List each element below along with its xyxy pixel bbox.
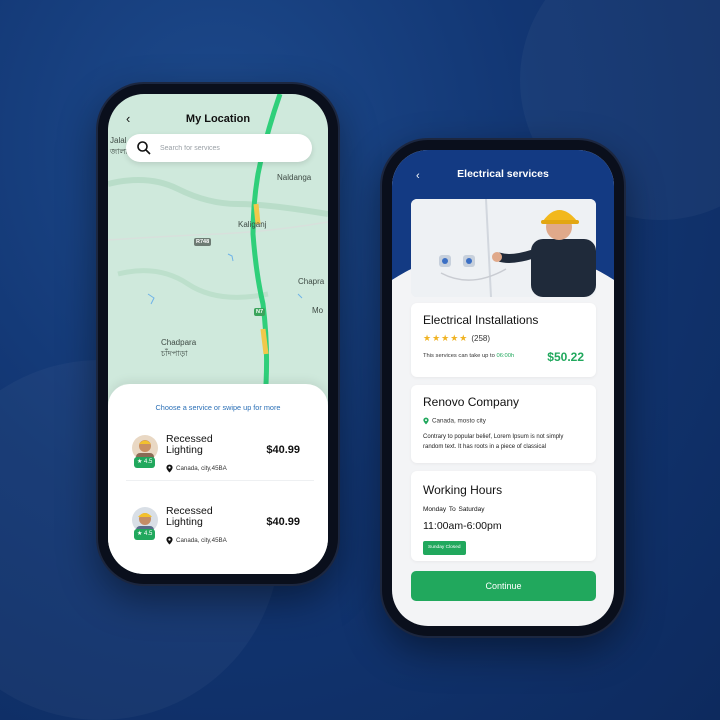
company-location: Canada, mosto city — [423, 417, 486, 425]
hours-title: Working Hours — [423, 483, 503, 497]
star-rating: ★★★★★ (258) — [423, 333, 491, 343]
map-label: Chapra — [298, 277, 325, 286]
service-name: Recessed Lighting — [166, 433, 213, 456]
working-hours-card: Working Hours Monday To Saturday 11:00am… — [411, 471, 596, 561]
service-detail-screen: ‹ Electrical services Electrical Install… — [392, 150, 614, 626]
location-pin-icon — [166, 464, 173, 473]
closed-day-badge: Sunday Closed — [423, 541, 466, 555]
service-card[interactable]: ★ 4.5 Recessed Lighting $40.99 Canada, c… — [126, 504, 314, 560]
services-sheet[interactable]: Choose a service or swipe up for more ★ … — [108, 384, 328, 574]
service-photo — [411, 199, 596, 297]
phone-electrical-services: ‹ Electrical services Electrical Install… — [382, 140, 624, 636]
continue-button[interactable]: Continue — [411, 571, 596, 601]
chevron-left-icon[interactable]: ‹ — [126, 111, 130, 126]
swipe-hint: Choose a service or swipe up for more — [155, 403, 281, 412]
map-label: চাঁদপাড়া — [161, 349, 188, 358]
service-price: $40.99 — [266, 444, 300, 456]
service-title: Electrical Installations — [423, 313, 539, 327]
location-pin-icon — [166, 536, 173, 545]
map-label: Chadpara — [161, 338, 197, 347]
electrician-photo — [411, 199, 596, 297]
location-screen: Jalal জালা Naldanga Kaliganj R748 Chapra… — [108, 94, 328, 574]
service-location: Canada, city,45BA — [166, 536, 227, 545]
company-description: Contrary to popular belief, Lorem Ipsum … — [423, 434, 564, 450]
map-label: Jalal — [110, 136, 127, 145]
search-input[interactable] — [158, 143, 312, 153]
working-days: Monday To Saturday — [423, 506, 485, 513]
service-name: Recessed Lighting — [166, 505, 213, 528]
page-title: My Location — [185, 113, 251, 125]
page-title: Electrical services — [457, 168, 549, 180]
rating-badge: ★ 4.5 — [134, 529, 156, 540]
road-tag: R748 — [194, 238, 212, 246]
service-price: $40.99 — [266, 516, 300, 528]
service-location: Canada, city,45BA — [166, 464, 227, 473]
search-bar[interactable] — [126, 134, 312, 162]
map-label: Mo — [312, 306, 324, 315]
location-pin-icon — [423, 417, 429, 425]
map-label: Naldanga — [277, 173, 312, 182]
divider — [126, 480, 314, 481]
rating-badge: ★ 4.5 — [134, 457, 156, 468]
company-name: Renovo Company — [423, 395, 520, 409]
working-time: 11:00am-6:00pm — [423, 520, 502, 532]
company-card[interactable]: Renovo Company Canada, mosto city Contra… — [411, 385, 596, 463]
duration-note: This services can take up to 06:00h — [423, 353, 515, 359]
map-label: Kaliganj — [238, 220, 267, 229]
service-price: $50.22 — [547, 350, 584, 364]
phone-my-location: Jalal জালা Naldanga Kaliganj R748 Chapra… — [98, 84, 338, 584]
search-icon — [137, 141, 151, 155]
road-tag: N7 — [254, 308, 266, 316]
service-summary-card: Electrical Installations ★★★★★ (258) This… — [411, 303, 596, 377]
top-bar: ‹ My Location — [108, 108, 328, 130]
